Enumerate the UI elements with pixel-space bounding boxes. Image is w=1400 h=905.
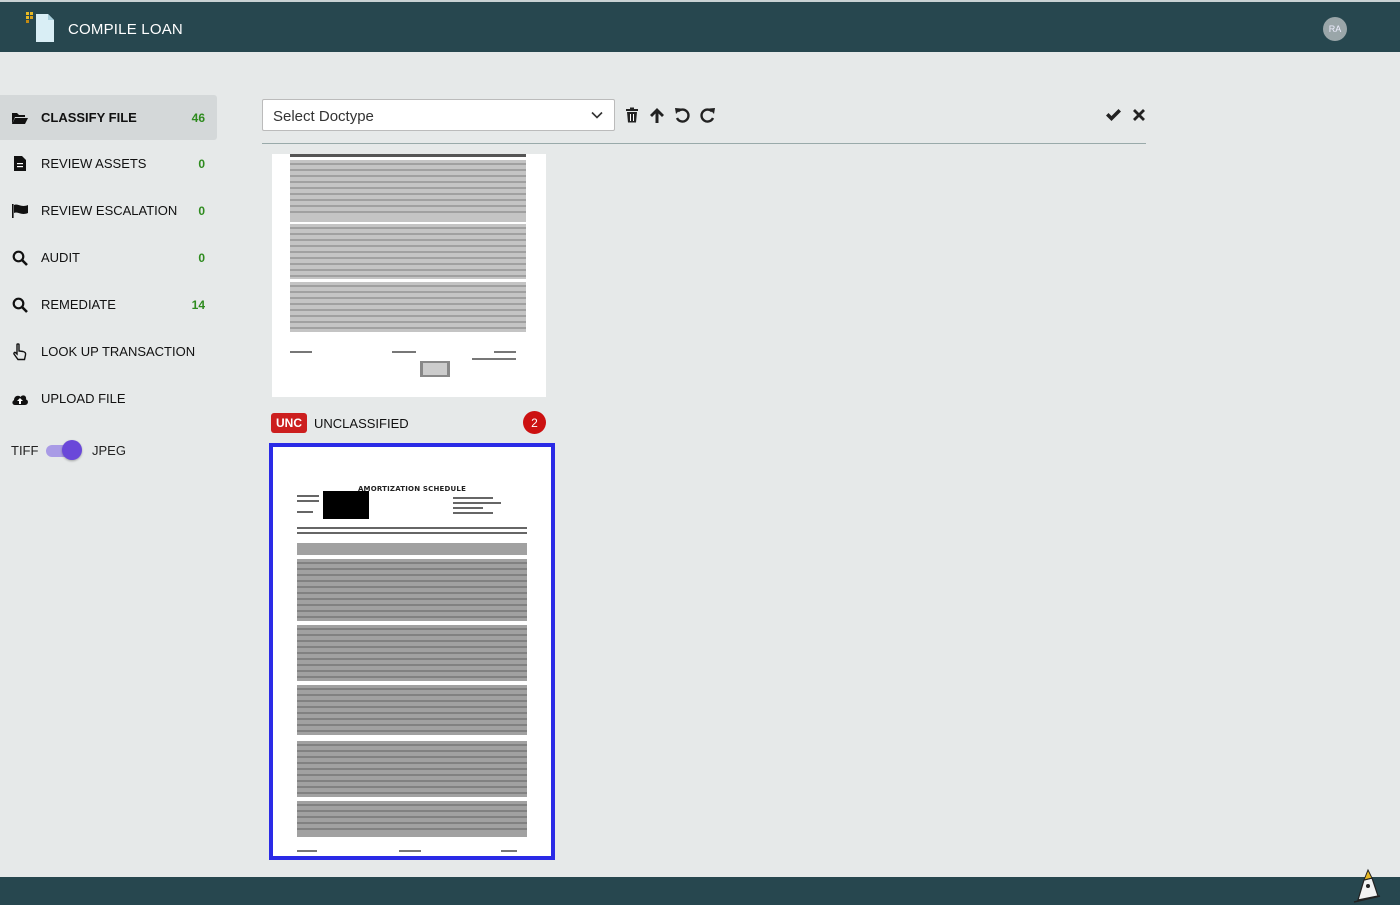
sidebar-item-review-escalation[interactable]: REVIEW ESCALATION 0 <box>0 187 217 234</box>
chevron-down-icon <box>591 111 603 119</box>
app-title: COMPILE LOAN <box>68 21 183 38</box>
sidebar-item-label: CLASSIFY FILE <box>41 110 137 125</box>
rotate-left-icon <box>674 107 690 123</box>
sidebar-item-count: 0 <box>198 156 205 171</box>
sidebar-item-label: REMEDIATE <box>41 297 116 312</box>
app-header: COMPILE LOAN RA <box>0 0 1400 52</box>
arrow-up-icon <box>650 107 664 123</box>
sidebar: CLASSIFY FILE 46 REVIEW ASSETS 0 REVIEW … <box>0 95 217 422</box>
flag-icon <box>11 202 29 220</box>
rotate-left-button[interactable] <box>673 106 691 124</box>
rotate-right-button[interactable] <box>698 106 716 124</box>
sidebar-item-label: AUDIT <box>41 250 80 265</box>
unclassified-badge: UNC <box>271 413 307 433</box>
sidebar-item-count: 0 <box>198 250 205 265</box>
sidebar-item-label: UPLOAD FILE <box>41 391 126 406</box>
doctype-select[interactable]: Select Doctype <box>262 99 615 131</box>
sidebar-item-audit[interactable]: AUDIT 0 <box>0 234 217 281</box>
unclassified-label: UNCLASSIFIED <box>314 416 409 431</box>
sidebar-item-upload-file[interactable]: UPLOAD FILE <box>0 375 217 422</box>
cloud-upload-icon <box>11 390 29 408</box>
unclassified-count-badge: 2 <box>523 411 546 434</box>
confirm-button[interactable] <box>1104 106 1122 124</box>
folder-open-icon <box>11 109 29 127</box>
sidebar-item-review-assets[interactable]: REVIEW ASSETS 0 <box>0 140 217 187</box>
sidebar-item-classify-file[interactable]: CLASSIFY FILE 46 <box>0 95 217 140</box>
sidebar-item-label: REVIEW ASSETS <box>41 156 147 171</box>
user-avatar[interactable]: RA <box>1323 17 1347 41</box>
app-footer <box>0 877 1400 905</box>
hand-pointer-icon <box>11 342 29 361</box>
toggle-knob[interactable] <box>62 440 82 460</box>
sidebar-item-count: 46 <box>191 110 205 125</box>
trash-icon <box>626 107 638 123</box>
delete-button[interactable] <box>623 106 641 124</box>
selected-document-page[interactable]: AMORTIZATION SCHEDULE <box>269 443 555 860</box>
document-page-thumbnail[interactable] <box>272 154 546 397</box>
sidebar-item-look-up-transaction[interactable]: LOOK UP TRANSACTION <box>0 328 217 375</box>
document-icon <box>11 155 29 173</box>
sidebar-item-count: 14 <box>191 297 205 312</box>
search-icon <box>11 249 29 267</box>
doctype-select-value: Select Doctype <box>273 108 374 125</box>
rotate-right-icon <box>699 107 715 123</box>
close-icon <box>1133 109 1145 121</box>
sidebar-item-count: 0 <box>198 203 205 218</box>
mascot-logo-icon <box>1353 868 1381 903</box>
image-format-toggle[interactable] <box>46 440 82 460</box>
search-icon <box>11 296 29 314</box>
image-format-toggle-row: TIFF JPEG <box>0 436 217 464</box>
cancel-button[interactable] <box>1130 106 1148 124</box>
sidebar-item-label: LOOK UP TRANSACTION <box>41 344 196 359</box>
document-page-image <box>290 154 526 377</box>
unclassified-group-header[interactable]: UNC UNCLASSIFIED 2 <box>271 411 547 435</box>
document-page-image <box>297 495 527 852</box>
app-logo-icon <box>26 12 54 42</box>
sidebar-item-label: REVIEW ESCALATION <box>41 203 178 218</box>
toolbar-divider <box>262 143 1146 144</box>
sidebar-item-remediate[interactable]: REMEDIATE 14 <box>0 281 217 328</box>
move-up-button[interactable] <box>648 106 666 124</box>
toggle-left-label: TIFF <box>11 443 39 458</box>
toggle-right-label: JPEG <box>92 443 126 458</box>
check-icon <box>1105 109 1121 121</box>
